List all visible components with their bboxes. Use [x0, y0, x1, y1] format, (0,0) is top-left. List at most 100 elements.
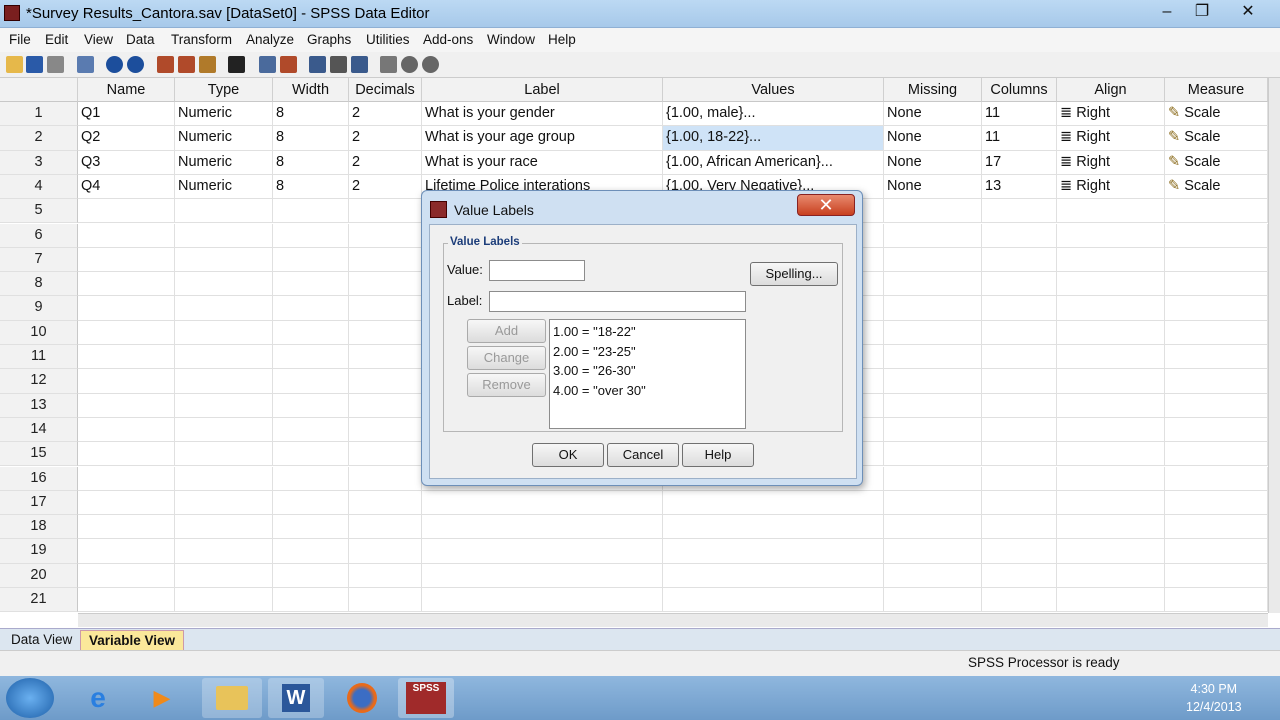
empty-cell[interactable]: [884, 247, 982, 273]
menu-edit[interactable]: Edit: [45, 32, 68, 47]
col-header-columns[interactable]: Columns: [982, 78, 1057, 102]
empty-cell[interactable]: [884, 466, 982, 491]
empty-cell[interactable]: [349, 223, 422, 248]
empty-cell[interactable]: [982, 199, 1057, 224]
cell-decimals[interactable]: 2: [349, 150, 422, 175]
list-item[interactable]: 4.00 = "over 30": [552, 381, 743, 401]
empty-cell[interactable]: [884, 490, 982, 516]
empty-cell[interactable]: [1165, 223, 1268, 248]
ok-button[interactable]: OK: [532, 443, 604, 467]
empty-cell[interactable]: [349, 563, 422, 588]
print-icon[interactable]: [47, 56, 64, 73]
row-number[interactable]: 1: [0, 102, 78, 127]
cell-align[interactable]: ≣ Right: [1057, 102, 1165, 127]
cell-values-selected[interactable]: {1.00, 18-22}...: [663, 126, 884, 151]
menu-window[interactable]: Window: [487, 32, 535, 47]
cell-missing[interactable]: None: [884, 102, 982, 127]
empty-cell[interactable]: [349, 588, 422, 613]
empty-cell[interactable]: [1165, 563, 1268, 588]
empty-cell[interactable]: [1165, 393, 1268, 418]
col-header-type[interactable]: Type: [175, 78, 273, 102]
empty-cell[interactable]: [78, 563, 175, 588]
row-number[interactable]: 2: [0, 126, 78, 151]
spelling-button[interactable]: Spelling...: [750, 262, 838, 286]
empty-cell[interactable]: [422, 588, 663, 613]
row-number[interactable]: 20: [0, 563, 78, 588]
value-labels-list[interactable]: 1.00 = "18-22" 2.00 = "23-25" 3.00 = "26…: [549, 319, 746, 429]
label-input[interactable]: [489, 291, 746, 312]
cell-label[interactable]: What is your race: [422, 150, 663, 175]
empty-cell[interactable]: [78, 442, 175, 467]
empty-cell[interactable]: [982, 442, 1057, 467]
cell-type[interactable]: Numeric: [175, 126, 273, 151]
empty-cell[interactable]: [78, 223, 175, 248]
empty-cell[interactable]: [1057, 442, 1165, 467]
empty-cell[interactable]: [273, 272, 349, 297]
empty-cell[interactable]: [349, 199, 422, 224]
empty-cell[interactable]: [884, 223, 982, 248]
empty-cell[interactable]: [884, 320, 982, 345]
empty-cell[interactable]: [78, 247, 175, 273]
col-header-align[interactable]: Align: [1057, 78, 1165, 102]
save-icon[interactable]: [26, 56, 43, 73]
remove-button[interactable]: Remove: [467, 373, 546, 397]
use-sets-icon[interactable]: [401, 56, 418, 73]
empty-cell[interactable]: [273, 563, 349, 588]
clock[interactable]: 4:30 PM 12/4/2013: [1186, 680, 1242, 716]
empty-cell[interactable]: [982, 466, 1057, 491]
empty-cell[interactable]: [273, 345, 349, 370]
empty-cell[interactable]: [663, 539, 884, 564]
row-number[interactable]: 11: [0, 345, 78, 370]
menu-graphs[interactable]: Graphs: [307, 32, 351, 47]
row-number[interactable]: 8: [0, 272, 78, 297]
col-header-width[interactable]: Width: [273, 78, 349, 102]
empty-cell[interactable]: [349, 296, 422, 321]
horizontal-scrollbar[interactable]: [78, 613, 1268, 627]
row-number[interactable]: 5: [0, 199, 78, 224]
empty-cell[interactable]: [1165, 247, 1268, 273]
empty-cell[interactable]: [78, 369, 175, 394]
empty-cell[interactable]: [1057, 417, 1165, 443]
empty-cell[interactable]: [273, 369, 349, 394]
empty-cell[interactable]: [175, 563, 273, 588]
dialog-close-button[interactable]: ✕: [797, 194, 855, 216]
empty-cell[interactable]: [884, 199, 982, 224]
cell-width[interactable]: 8: [273, 150, 349, 175]
empty-cell[interactable]: [175, 393, 273, 418]
cell-name[interactable]: Q3: [78, 150, 175, 175]
empty-cell[interactable]: [1165, 466, 1268, 491]
row-number[interactable]: 3: [0, 150, 78, 175]
empty-cell[interactable]: [884, 345, 982, 370]
empty-cell[interactable]: [1165, 199, 1268, 224]
empty-cell[interactable]: [175, 369, 273, 394]
row-number[interactable]: 7: [0, 247, 78, 273]
row-number[interactable]: 12: [0, 369, 78, 394]
empty-cell[interactable]: [78, 490, 175, 516]
cell-name[interactable]: Q1: [78, 102, 175, 127]
empty-cell[interactable]: [78, 296, 175, 321]
empty-cell[interactable]: [884, 296, 982, 321]
empty-cell[interactable]: [78, 345, 175, 370]
empty-cell[interactable]: [273, 539, 349, 564]
spss-icon[interactable]: SPSS: [398, 678, 454, 718]
cell-name[interactable]: Q2: [78, 126, 175, 151]
media-player-icon[interactable]: ▶: [134, 678, 190, 718]
empty-cell[interactable]: [349, 466, 422, 491]
ie-icon[interactable]: e: [70, 678, 126, 718]
empty-cell[interactable]: [78, 393, 175, 418]
row-number[interactable]: 14: [0, 417, 78, 443]
menu-utilities[interactable]: Utilities: [366, 32, 410, 47]
empty-cell[interactable]: [175, 199, 273, 224]
empty-cell[interactable]: [1057, 393, 1165, 418]
empty-cell[interactable]: [273, 442, 349, 467]
empty-cell[interactable]: [273, 588, 349, 613]
empty-cell[interactable]: [1165, 539, 1268, 564]
cell-measure[interactable]: ✎ Scale: [1165, 174, 1268, 200]
tab-variable-view[interactable]: Variable View: [80, 630, 185, 650]
row-number[interactable]: 4: [0, 174, 78, 200]
empty-cell[interactable]: [273, 490, 349, 516]
empty-cell[interactable]: [982, 369, 1057, 394]
empty-cell[interactable]: [982, 490, 1057, 516]
redo-icon[interactable]: [127, 56, 144, 73]
row-number[interactable]: 17: [0, 490, 78, 516]
